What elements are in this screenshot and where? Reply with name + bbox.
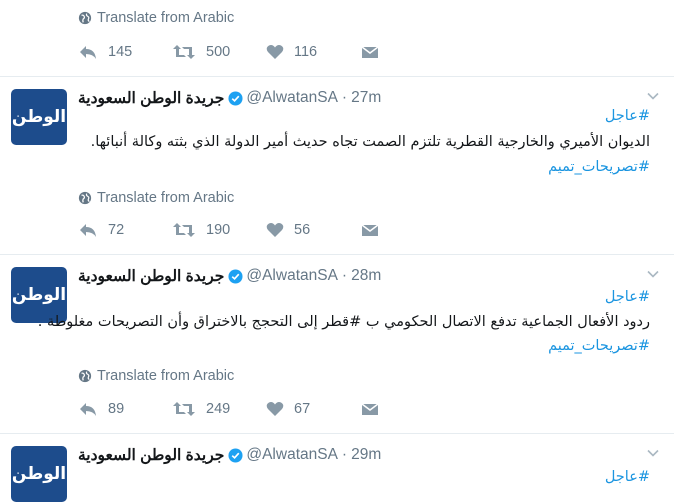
avatar-logo-text: الوطن (11, 464, 67, 484)
like-button[interactable]: 56 (266, 222, 360, 238)
hashtag[interactable]: #عاجل (605, 108, 650, 124)
avatar[interactable]: الوطن (11, 446, 67, 502)
heart-icon (266, 44, 284, 60)
dm-button[interactable] (360, 401, 454, 417)
timestamp[interactable]: 29m (351, 446, 381, 464)
hashtag[interactable]: #تصريحات_تميم (548, 159, 650, 175)
tweet-actions: 72 190 56 (78, 219, 454, 241)
translate-label: Translate from Arabic (97, 10, 235, 26)
author-name[interactable]: جريدة الوطن السعودية (78, 267, 224, 286)
avatar[interactable]: الوطن (11, 89, 67, 145)
tweet-1[interactable]: الوطن جريدة الوطن السعودية @AlwatanSA · … (0, 76, 674, 255)
chevron-down-icon[interactable] (646, 89, 660, 103)
translate-link[interactable]: Translate from Arabic (78, 189, 234, 207)
reply-icon (78, 222, 98, 238)
verified-badge-icon (228, 269, 243, 284)
tweet-actions: 145 500 116 (78, 41, 454, 63)
author-handle[interactable]: @AlwatanSA (246, 446, 338, 464)
envelope-icon (360, 401, 380, 417)
author-name[interactable]: جريدة الوطن السعودية (78, 89, 224, 108)
dm-button[interactable] (360, 44, 454, 60)
envelope-icon (360, 222, 380, 238)
tweet-header: جريدة الوطن السعودية @AlwatanSA · 27m (78, 87, 381, 109)
avatar-logo-text: الوطن (11, 285, 67, 305)
translate-link[interactable]: Translate from Arabic (78, 367, 234, 385)
author-handle[interactable]: @AlwatanSA (246, 267, 338, 285)
like-count: 116 (294, 44, 318, 60)
translate-link[interactable]: Translate from Arabic (78, 9, 234, 27)
retweet-icon (172, 401, 196, 417)
separator: · (341, 89, 348, 106)
reply-button[interactable]: 89 (78, 401, 172, 417)
separator: · (341, 446, 348, 463)
like-button[interactable]: 67 (266, 401, 360, 417)
tweet-text: الديوان الأميري والخارجية القطرية تلتزم … (90, 134, 650, 150)
retweet-button[interactable]: 249 (172, 401, 266, 417)
reply-count: 89 (108, 401, 125, 417)
author-handle[interactable]: @AlwatanSA (246, 89, 338, 107)
reply-button[interactable]: 145 (78, 44, 172, 60)
reply-button[interactable]: 72 (78, 222, 172, 238)
translate-label: Translate from Arabic (97, 190, 235, 206)
translate-label: Translate from Arabic (97, 368, 235, 384)
globe-icon (78, 369, 92, 383)
like-count: 67 (294, 401, 311, 417)
tweet-header: جريدة الوطن السعودية @AlwatanSA · 28m (78, 265, 381, 287)
separator: · (341, 267, 348, 284)
timestamp[interactable]: 28m (351, 267, 381, 285)
reply-count: 72 (108, 222, 125, 238)
tweet-text: ردود الأفعال الجماعية تدفع الاتصال الحكو… (37, 314, 650, 330)
chevron-down-icon[interactable] (646, 267, 660, 281)
like-button[interactable]: 116 (266, 44, 360, 60)
retweet-icon (172, 44, 196, 60)
avatar-logo-text: الوطن (11, 107, 67, 127)
hashtag[interactable]: #تصريحات_تميم (548, 338, 650, 354)
tweet-3[interactable]: الوطن جريدة الوطن السعودية @AlwatanSA · … (0, 433, 674, 502)
hashtag[interactable]: #عاجل (605, 289, 650, 305)
tweet-actions: 89 249 67 (78, 398, 454, 420)
dm-button[interactable] (360, 222, 454, 238)
like-count: 56 (294, 222, 311, 238)
globe-icon (78, 11, 92, 25)
reply-icon (78, 401, 98, 417)
timestamp[interactable]: 27m (351, 89, 381, 107)
retweet-count: 249 (206, 401, 231, 417)
tweet-2[interactable]: الوطن جريدة الوطن السعودية @AlwatanSA · … (0, 254, 674, 434)
hashtag[interactable]: #عاجل (605, 469, 650, 485)
chevron-down-icon[interactable] (646, 446, 660, 460)
heart-icon (266, 222, 284, 238)
retweet-icon (172, 222, 196, 238)
retweet-count: 500 (206, 44, 231, 60)
reply-count: 145 (108, 44, 133, 60)
verified-badge-icon (228, 448, 243, 463)
envelope-icon (360, 44, 380, 60)
retweet-button[interactable]: 500 (172, 44, 266, 60)
retweet-button[interactable]: 190 (172, 222, 266, 238)
retweet-count: 190 (206, 222, 231, 238)
reply-icon (78, 44, 98, 60)
tweet-header: جريدة الوطن السعودية @AlwatanSA · 29m (78, 444, 381, 466)
globe-icon (78, 191, 92, 205)
tweet-0[interactable]: Translate from Arabic 145 500 116 (0, 0, 674, 77)
verified-badge-icon (228, 91, 243, 106)
author-name[interactable]: جريدة الوطن السعودية (78, 446, 224, 465)
heart-icon (266, 401, 284, 417)
